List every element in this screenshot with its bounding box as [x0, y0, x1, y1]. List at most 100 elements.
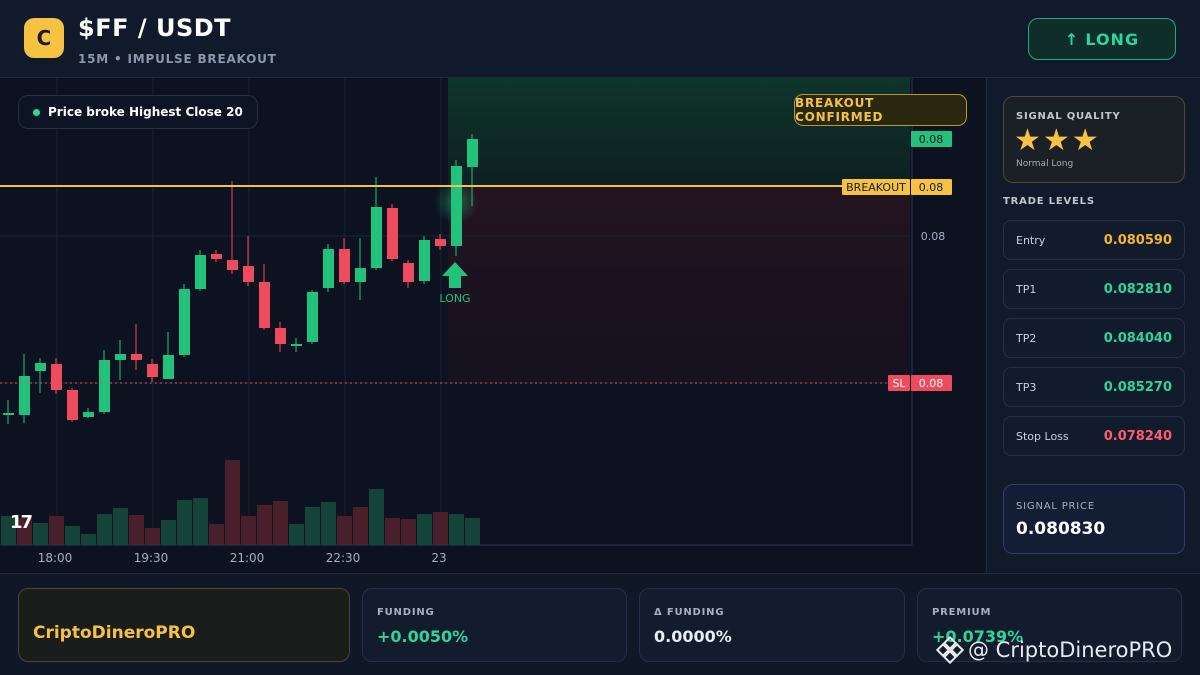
trade-level-value: 0.080590 [1103, 232, 1172, 248]
trade-level-row: TP3 0.085270 [1003, 367, 1185, 407]
signal-quality-title: SIGNAL QUALITY [1016, 111, 1121, 122]
sl-label-text: SL [892, 377, 906, 390]
volume-bar [433, 512, 448, 545]
candlestick [323, 244, 334, 292]
candlestick [291, 338, 302, 352]
trade-level-value: 0.084040 [1103, 330, 1172, 346]
trade-level-row: Stop Loss 0.078240 [1003, 416, 1185, 456]
volume-bar [273, 501, 288, 545]
metric-card-delta-funding: Δ FUNDING 0.0000% [639, 588, 905, 662]
candlestick [275, 322, 286, 352]
volume-bar [465, 518, 480, 545]
volume-bar [337, 516, 352, 545]
status-dot-icon [33, 108, 40, 116]
breakout-label-text: BREAKOUT [846, 181, 906, 194]
trade-levels-title: TRADE LEVELS [1003, 196, 1095, 207]
signal-info-pill: Price broke Highest Close 20 [18, 95, 258, 129]
volume-bar [161, 520, 176, 545]
trade-level-value: 0.085270 [1103, 379, 1172, 395]
candlestick [355, 238, 366, 300]
volume-bar [33, 523, 48, 545]
volume-bar [145, 528, 160, 545]
stop-loss-zone [448, 186, 910, 383]
signal-sidebar: SIGNAL QUALITY ★★★ Normal Long TRADE LEV… [986, 78, 1200, 573]
volume-bar [289, 524, 304, 545]
watermark-text: @ CriptoDineroPRO [968, 638, 1173, 662]
volume-bar [241, 516, 256, 545]
candlestick [243, 236, 254, 286]
candlestick [259, 264, 270, 330]
signal-price-card: SIGNAL PRICE 0.080830 [1003, 484, 1185, 554]
pair-title: $FF / USDT [78, 14, 232, 42]
candlestick [147, 359, 158, 382]
tradingview-logo-icon: 17 [10, 512, 33, 533]
volume-bar [305, 507, 320, 545]
candlestick [83, 408, 94, 418]
candlestick [163, 332, 174, 379]
volume-bar [321, 502, 336, 545]
delta-funding-label: Δ FUNDING [654, 607, 725, 618]
signal-quality-card: SIGNAL QUALITY ★★★ Normal Long [1003, 96, 1185, 183]
header: C $FF / USDT 15M • IMPULSE BREAKOUT ↑ LO… [0, 0, 1200, 78]
time-axis-label: 23 [431, 551, 446, 565]
candlestick [3, 400, 14, 424]
trade-level-row: TP1 0.082810 [1003, 269, 1185, 309]
volume-bar [449, 514, 464, 545]
volume-bar [369, 489, 384, 545]
signal-price-value: 0.080830 [1016, 519, 1106, 539]
trade-level-label: Stop Loss [1016, 429, 1069, 443]
trade-level-row: Entry 0.080590 [1003, 220, 1185, 260]
trade-level-label: TP1 [1016, 282, 1037, 296]
volume-bar [257, 505, 272, 545]
trade-level-value: 0.078240 [1103, 428, 1172, 444]
candlestick [35, 358, 46, 393]
breakout-confirmed-badge: BREAKOUT CONFIRMED [794, 94, 967, 126]
premium-label: PREMIUM [932, 607, 992, 618]
candlestick [403, 260, 414, 288]
timeframe-subtitle: 15M • IMPULSE BREAKOUT [78, 52, 277, 66]
price-chart[interactable]: LONG 0.08 BREAKOUT 0.08 0.08 SL 0.08 18:… [0, 78, 985, 573]
candlestick [371, 177, 382, 270]
price-tag-breakout-text: 0.08 [919, 181, 944, 194]
delta-funding-value: 0.0000% [654, 627, 732, 646]
volume-bar [81, 534, 96, 545]
candlestick [179, 284, 190, 357]
candlestick [307, 290, 318, 344]
candlestick [339, 238, 350, 284]
volume-bar [49, 516, 64, 545]
volume-bar [417, 514, 432, 545]
trade-level-row: TP2 0.084040 [1003, 318, 1185, 358]
price-tag-top-text: 0.08 [919, 133, 944, 146]
binance-logo-icon [936, 636, 964, 664]
coin-logo-icon: C [24, 18, 64, 58]
long-marker-label: LONG [439, 292, 470, 305]
watermark: @ CriptoDineroPRO [936, 636, 1172, 664]
trade-level-value: 0.082810 [1103, 281, 1172, 297]
candlestick [419, 236, 430, 284]
price-axis-mid-text: 0.08 [921, 230, 946, 243]
time-axis-label: 18:00 [38, 551, 73, 565]
star-rating-icon: ★★★ [1014, 123, 1101, 158]
signal-price-title: SIGNAL PRICE [1016, 501, 1095, 512]
footer: CriptoDineroPRO FUNDING +0.0050% Δ FUNDI… [0, 573, 1200, 675]
candlestick [211, 250, 222, 262]
candlestick [19, 354, 30, 423]
signal-quality-subtitle: Normal Long [1016, 159, 1074, 169]
trade-level-label: Entry [1016, 233, 1046, 247]
brand-name: CriptoDineroPRO [33, 623, 196, 643]
volume-bar [385, 518, 400, 545]
candlestick [99, 350, 110, 414]
long-button-label: LONG [1085, 29, 1140, 49]
time-axis-label: 22:30 [326, 551, 361, 565]
volume-bar [65, 526, 80, 545]
candlestick [115, 340, 126, 380]
volume-bar [129, 515, 144, 545]
funding-value: +0.0050% [377, 627, 469, 646]
chart-canvas[interactable]: LONG 0.08 BREAKOUT 0.08 0.08 SL 0.08 18:… [0, 78, 985, 573]
time-axis-label: 19:30 [134, 551, 169, 565]
candlestick [387, 204, 398, 261]
price-tag-sl-text: 0.08 [919, 377, 944, 390]
long-button[interactable]: ↑ LONG [1028, 18, 1176, 60]
volume-bar [177, 500, 192, 545]
volume-bar [353, 507, 368, 545]
